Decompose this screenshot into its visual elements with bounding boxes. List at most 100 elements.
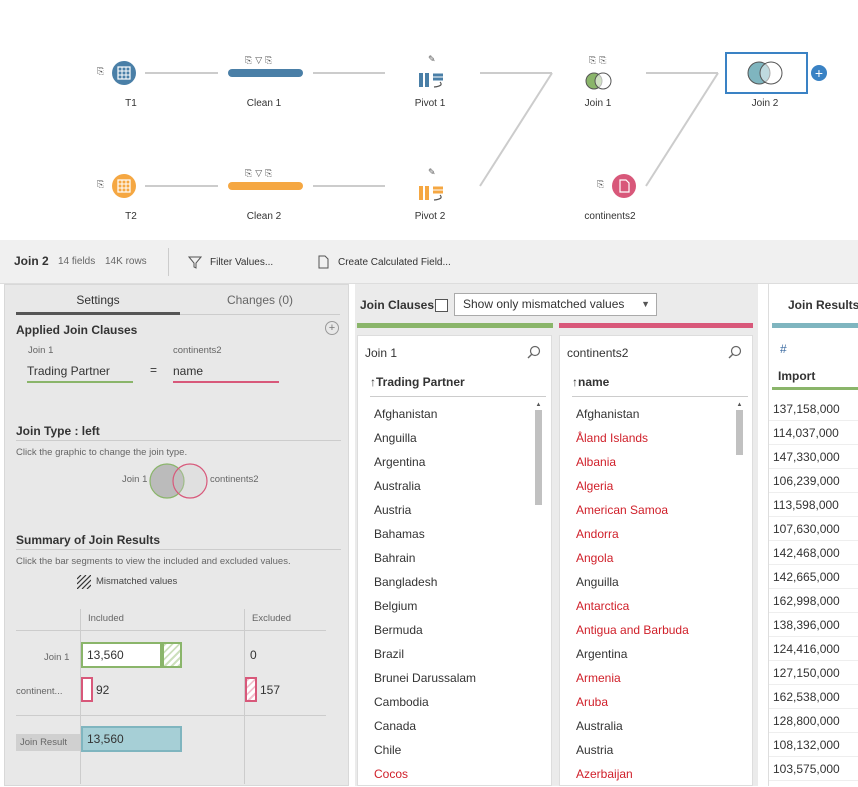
row-join1-mismatch-bar[interactable]: [162, 642, 182, 668]
value-item[interactable]: Bahamas: [362, 522, 527, 546]
calculated-field-icon: [318, 255, 329, 269]
value-item[interactable]: Austria: [564, 738, 729, 762]
import-value-cell: 108,132,000: [769, 733, 858, 757]
node-label: Pivot 1: [414, 98, 446, 109]
step-tools-icons: ⎘▽⎘: [245, 168, 276, 178]
scroll-thumb[interactable]: [736, 410, 743, 455]
scrollbar[interactable]: ▲: [735, 402, 744, 787]
step-name: Join 2: [14, 254, 49, 268]
scrollbar[interactable]: ▲: [534, 402, 543, 787]
table-icon: [112, 174, 136, 198]
mismatched-value-item[interactable]: Antigua and Barbuda: [564, 618, 729, 642]
edit-icon: ✎: [428, 167, 436, 177]
value-item[interactable]: Bangladesh: [362, 570, 527, 594]
join-type-venn[interactable]: [148, 462, 210, 500]
scroll-thumb[interactable]: [535, 410, 542, 505]
mismatched-value-item[interactable]: Åland Islands: [564, 426, 729, 450]
right-field-selector[interactable]: name: [173, 361, 279, 383]
mismatched-value-item[interactable]: Albania: [564, 450, 729, 474]
create-calculated-field-button[interactable]: Create Calculated Field...: [316, 252, 451, 272]
tab-changes[interactable]: Changes (0): [180, 289, 340, 315]
flow-canvas[interactable]: ⎘ T1 ⎘▽⎘ Clean 1 ✎ Pivot 1 ⎘⎘ Join 1 + J…: [0, 0, 858, 240]
number-type-icon: #: [780, 342, 787, 356]
left-input-color-bar: [357, 323, 553, 328]
node-label: continents2: [584, 211, 636, 222]
row-count: 14K rows: [105, 256, 147, 267]
value-item[interactable]: Cambodia: [362, 690, 527, 714]
results-color-bar: [772, 323, 858, 328]
import-value-cell: 113,598,000: [769, 493, 858, 517]
row-continents-excluded-value: 157: [260, 683, 281, 697]
right-field-value: name: [173, 364, 204, 378]
mismatched-value-item[interactable]: Armenia: [564, 666, 729, 690]
mismatched-value-item[interactable]: American Samoa: [564, 498, 729, 522]
section-divider: [16, 549, 341, 550]
node-label: Join 2: [751, 98, 779, 109]
chevron-down-icon: ▼: [641, 299, 650, 309]
import-column-header[interactable]: Import: [772, 366, 858, 390]
value-item[interactable]: Anguilla: [564, 570, 729, 594]
row-join1-excluded-value: 0: [250, 648, 257, 662]
import-value-cell: 147,330,000: [769, 445, 858, 469]
section-divider: [16, 440, 341, 441]
mismatched-value-item[interactable]: Antarctica: [564, 594, 729, 618]
right-column-name: name: [578, 375, 610, 389]
right-list-items: Afghanistan Åland Islands Albania Algeria Am…: [564, 402, 729, 786]
value-item[interactable]: Brunei Darussalam: [362, 666, 527, 690]
value-item[interactable]: Anguilla: [362, 426, 527, 450]
right-column-header[interactable]: ↑name: [572, 375, 748, 397]
import-value-cell: 127,150,000: [769, 661, 858, 685]
row-continents-included-bar[interactable]: [81, 677, 93, 702]
filter-values-button[interactable]: Filter Values...: [188, 252, 273, 272]
add-step-icon[interactable]: +: [811, 65, 827, 81]
node-label: Clean 1: [246, 98, 282, 109]
show-mismatched-checkbox[interactable]: [435, 299, 448, 312]
node-label: Clean 2: [246, 211, 282, 222]
value-item[interactable]: Bermuda: [362, 618, 527, 642]
value-item[interactable]: Afghanistan: [362, 402, 527, 426]
value-item[interactable]: Bahrain: [362, 546, 527, 570]
mismatched-value-item[interactable]: Angola: [564, 546, 729, 570]
mismatched-value-item[interactable]: Algeria: [564, 474, 729, 498]
row-continents-excluded-bar[interactable]: [245, 677, 257, 702]
right-input-color-bar: [559, 323, 753, 328]
value-item[interactable]: Afghanistan: [564, 402, 729, 426]
import-value-cell: 138,396,000: [769, 613, 858, 637]
search-icon[interactable]: [527, 345, 541, 359]
search-icon[interactable]: [728, 345, 742, 359]
import-value-cell: 124,416,000: [769, 637, 858, 661]
import-value-cell: 106,239,000: [769, 469, 858, 493]
row-join1-included-bar[interactable]: 13,560: [81, 642, 162, 668]
left-list-title: Join 1: [365, 346, 398, 360]
value-item[interactable]: Australia: [362, 474, 527, 498]
value-item[interactable]: Australia: [564, 714, 729, 738]
value-item[interactable]: Argentina: [362, 450, 527, 474]
node-label: T2: [125, 211, 137, 222]
flow-connectors: [145, 72, 719, 187]
left-values-list: Join 1 ↑Trading Partner Afghanistan Angui…: [357, 335, 552, 786]
mismatched-filter-dropdown[interactable]: Show only mismatched values ▼: [454, 293, 657, 316]
mismatched-value-item[interactable]: Cocos: [362, 762, 527, 786]
left-column-name: Trading Partner: [376, 375, 465, 389]
right-list-title: continents2: [567, 346, 629, 360]
left-column-header[interactable]: ↑Trading Partner: [370, 375, 546, 397]
value-item[interactable]: Austria: [362, 498, 527, 522]
tab-settings[interactable]: Settings: [16, 289, 180, 315]
value-item[interactable]: Argentina: [564, 642, 729, 666]
left-field-selector[interactable]: Trading Partner: [27, 361, 133, 383]
join-result-bar[interactable]: 13,560: [81, 726, 182, 752]
mismatched-value-item[interactable]: Aruba: [564, 690, 729, 714]
mismatched-value-item[interactable]: Azerbaijan: [564, 762, 729, 786]
value-item[interactable]: Brazil: [362, 642, 527, 666]
import-value-cell: 114,037,000: [769, 421, 858, 445]
node-label: T1: [125, 98, 137, 109]
value-item[interactable]: Belgium: [362, 594, 527, 618]
filter-values-label: Filter Values...: [210, 256, 274, 268]
value-item[interactable]: Chile: [362, 738, 527, 762]
file-icon: [612, 174, 636, 198]
field-count: 14 fields: [58, 256, 96, 267]
add-clause-icon[interactable]: +: [325, 321, 339, 335]
mismatched-value-item[interactable]: Andorra: [564, 522, 729, 546]
value-item[interactable]: Canada: [362, 714, 527, 738]
import-value-cell: 142,665,000: [769, 565, 858, 589]
